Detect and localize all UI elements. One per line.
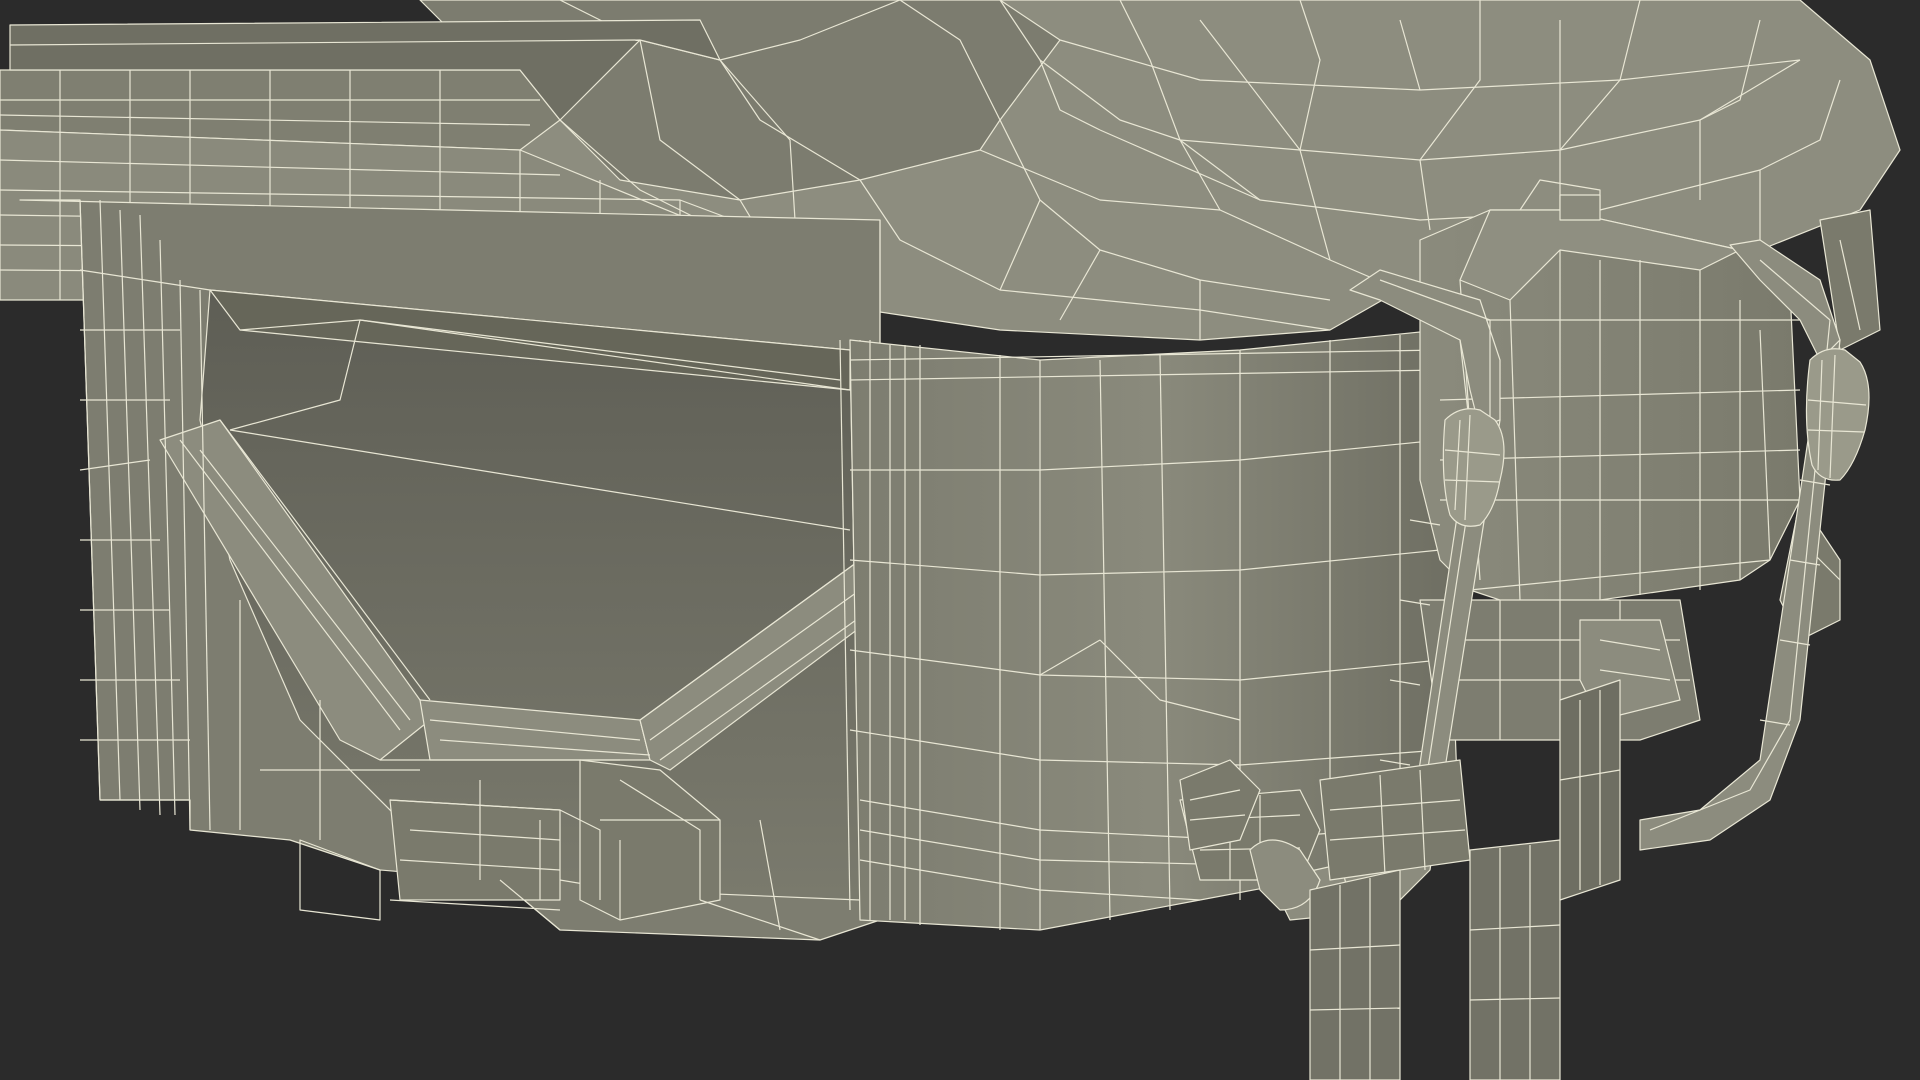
render-viewport xyxy=(0,0,1920,1080)
wireframe-model xyxy=(0,0,1920,1080)
